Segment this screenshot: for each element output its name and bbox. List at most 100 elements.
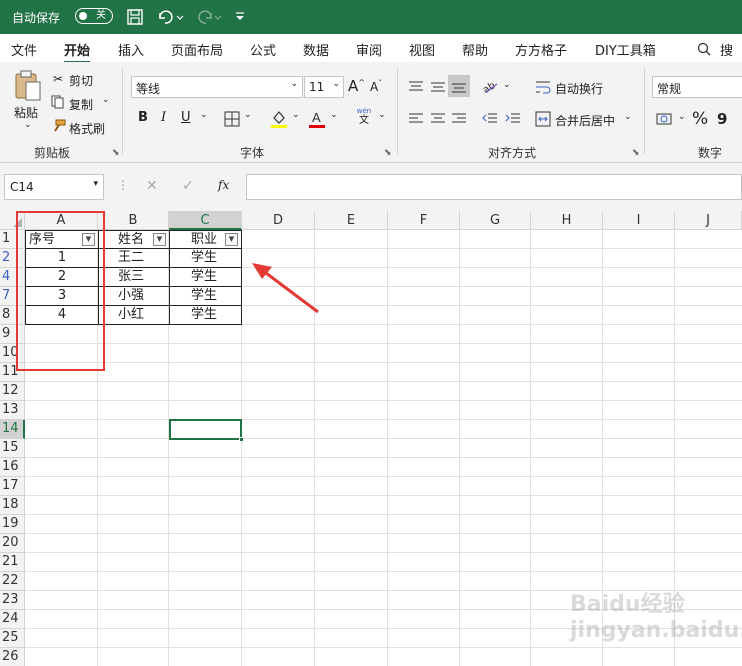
currency-icon[interactable] [656, 111, 674, 127]
redo-icon[interactable] [196, 9, 224, 25]
fill-handle[interactable] [239, 437, 244, 442]
merge-dropdown-icon[interactable]: ⌄ [624, 112, 632, 122]
font-color-icon[interactable]: A [308, 109, 326, 129]
fill-color-icon[interactable] [270, 109, 288, 129]
column-header-j[interactable]: J [675, 211, 742, 230]
column-header-g[interactable]: G [460, 211, 531, 230]
comma-button[interactable]: 9 [717, 110, 727, 128]
insert-function-icon[interactable]: fx [218, 178, 229, 192]
tab-help[interactable]: 帮助 [462, 40, 488, 59]
search-icon[interactable] [697, 42, 711, 56]
name-box[interactable]: C14 ▾ [4, 174, 104, 200]
row-header-26[interactable]: 26 [0, 648, 25, 666]
row-header-19[interactable]: 19 [0, 515, 25, 534]
row-header-25[interactable]: 25 [0, 629, 25, 648]
column-header-b[interactable]: B [98, 211, 169, 230]
customize-quick-access-icon[interactable] [234, 11, 246, 23]
orientation-dropdown-icon[interactable]: ⌄ [503, 80, 511, 90]
tab-formulas[interactable]: 公式 [250, 40, 276, 59]
percent-button[interactable]: % [692, 109, 708, 129]
row-header-22[interactable]: 22 [0, 572, 25, 591]
format-painter-button[interactable]: 格式刷 [69, 120, 105, 137]
table-cell[interactable]: 学生 [169, 287, 242, 306]
font-launcher-icon[interactable]: ⬊ [384, 148, 392, 158]
tab-file[interactable]: 文件 [11, 40, 37, 59]
column-header-c[interactable]: C [169, 211, 242, 230]
increase-font-icon[interactable]: A^ [348, 77, 365, 95]
table-cell[interactable]: 王二 [98, 249, 170, 268]
table-cell[interactable]: 小红 [98, 306, 170, 325]
copy-button[interactable]: 复制 [69, 96, 93, 113]
formula-input[interactable] [246, 174, 742, 200]
cancel-icon[interactable]: ✕ [146, 178, 158, 194]
row-header-14[interactable]: 14 [0, 420, 25, 439]
underline-dropdown-icon[interactable]: ⌄ [200, 110, 208, 120]
save-icon[interactable] [127, 9, 143, 25]
tab-page-layout[interactable]: 页面布局 [171, 40, 223, 59]
increase-indent-icon[interactable] [505, 112, 521, 126]
column-header-d[interactable]: D [242, 211, 315, 230]
tab-insert[interactable]: 插入 [118, 40, 144, 59]
header-cell-job[interactable]: 职业 ▼ [169, 230, 242, 249]
font-color-dropdown-icon[interactable]: ⌄ [330, 110, 338, 120]
number-format-select[interactable]: 常规 [652, 76, 742, 98]
filter-active-icon[interactable]: ▼ [225, 233, 238, 246]
table-cell[interactable]: 学生 [169, 268, 242, 287]
paste-label[interactable]: 粘贴 [14, 104, 38, 121]
header-cell-name[interactable]: 姓名 ▼ [98, 230, 170, 249]
column-header-e[interactable]: E [315, 211, 388, 230]
paste-icon[interactable] [14, 70, 42, 102]
font-name-select[interactable]: 等线 ⌄ [131, 76, 303, 98]
tab-data[interactable]: 数据 [303, 40, 329, 59]
fill-color-dropdown-icon[interactable]: ⌄ [292, 110, 300, 120]
row-header-13[interactable]: 13 [0, 401, 25, 420]
merge-center-button[interactable]: 合并后居中 [555, 112, 615, 129]
tab-home[interactable]: 开始 [64, 40, 91, 64]
tab-fangfang[interactable]: 方方格子 [515, 40, 567, 59]
row-header-15[interactable]: 15 [0, 439, 25, 458]
enter-icon[interactable]: ✓ [182, 178, 194, 194]
clipboard-launcher-icon[interactable]: ⬊ [112, 148, 120, 158]
alignment-launcher-icon[interactable]: ⬊ [632, 148, 640, 158]
decrease-indent-icon[interactable] [482, 112, 498, 126]
italic-button[interactable]: I [161, 110, 166, 125]
bold-button[interactable]: B [138, 110, 148, 125]
row-header-23[interactable]: 23 [0, 591, 25, 610]
align-center-icon[interactable] [430, 112, 446, 126]
borders-icon[interactable] [224, 111, 240, 127]
font-size-select[interactable]: 11 ⌄ [304, 76, 344, 98]
decrease-font-icon[interactable]: Aˇ [370, 79, 382, 94]
paste-dropdown-icon[interactable]: ⌄ [24, 120, 32, 130]
align-right-icon[interactable] [451, 112, 467, 126]
copy-dropdown-icon[interactable]: ⌄ [102, 95, 110, 105]
row-header-12[interactable]: 12 [0, 382, 25, 401]
column-header-i[interactable]: I [603, 211, 675, 230]
align-middle-icon[interactable] [430, 80, 446, 94]
align-left-icon[interactable] [408, 112, 424, 126]
row-header-16[interactable]: 16 [0, 458, 25, 477]
column-header-f[interactable]: F [388, 211, 460, 230]
autosave-toggle[interactable]: 关 [75, 8, 113, 24]
align-top-icon[interactable] [408, 80, 424, 94]
wrap-text-button[interactable]: 自动换行 [555, 80, 603, 97]
underline-button[interactable]: U [181, 110, 191, 125]
borders-dropdown-icon[interactable]: ⌄ [244, 110, 252, 120]
table-cell[interactable]: 小强 [98, 287, 170, 306]
table-cell[interactable]: 张三 [98, 268, 170, 287]
orientation-icon[interactable]: ab [482, 78, 500, 94]
row-header-20[interactable]: 20 [0, 534, 25, 553]
filter-dropdown-icon[interactable]: ▼ [153, 233, 166, 246]
drag-handle-icon[interactable]: ⋮ [117, 178, 129, 192]
column-header-h[interactable]: H [531, 211, 603, 230]
cut-button[interactable]: 剪切 [69, 72, 93, 89]
currency-dropdown-icon[interactable]: ⌄ [678, 112, 686, 122]
tab-view[interactable]: 视图 [409, 40, 435, 59]
phonetic-button[interactable]: wén 文 [354, 107, 374, 129]
spreadsheet-grid[interactable]: ABCDEFGHIJ 1 2 4 7 8 9 10 11 12 13 14 15 16 17 18 19 20 2… [0, 211, 742, 666]
table-cell[interactable]: 学生 [169, 249, 242, 268]
row-header-17[interactable]: 17 [0, 477, 25, 496]
table-cell[interactable]: 学生 [169, 306, 242, 325]
phonetic-dropdown-icon[interactable]: ⌄ [378, 110, 386, 120]
row-header-24[interactable]: 24 [0, 610, 25, 629]
tab-review[interactable]: 审阅 [356, 40, 382, 59]
